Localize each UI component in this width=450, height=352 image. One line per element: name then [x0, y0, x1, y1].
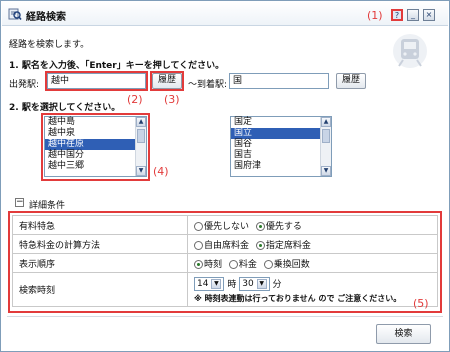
annotation-3: (3) — [164, 93, 180, 106]
display-order-options: 時刻 料金 乗換回数 — [187, 253, 438, 273]
radio-label: 時刻 — [204, 259, 223, 270]
hour-select[interactable]: 14 ▼ — [194, 277, 225, 292]
search-button[interactable]: 検索 — [376, 324, 431, 344]
hour-value: 14 — [197, 279, 209, 290]
annotation-1: (1) — [367, 9, 383, 22]
close-button[interactable]: × — [423, 9, 435, 21]
from-station-label: 出発駅: — [9, 80, 40, 90]
minimize-button[interactable]: _ — [407, 9, 419, 21]
to-history-button[interactable]: 履歴 — [336, 73, 366, 89]
display-order-label: 表示順序 — [12, 253, 188, 273]
route-search-window: 経路検索 (1) ? _ × 経路を検索します。 1. 駅名を入力後、「Ente… — [0, 0, 450, 352]
scroll-thumb[interactable] — [322, 129, 330, 143]
details-toggle[interactable]: − — [15, 198, 24, 207]
to-station-input[interactable]: 国 — [229, 73, 329, 89]
scroll-down-icon[interactable]: ▼ — [321, 166, 331, 176]
annotation-5: (5) — [413, 297, 429, 310]
list-item[interactable]: 国吉 — [231, 150, 331, 161]
scroll-down-icon[interactable]: ▼ — [136, 166, 146, 176]
help-button[interactable]: ? — [391, 9, 403, 21]
radio-no-priority[interactable] — [194, 221, 203, 231]
train-icon — [393, 34, 427, 68]
to-list-scrollbar[interactable]: ▲ ▼ — [320, 117, 331, 176]
minute-unit: 分 — [272, 279, 282, 290]
radio-priority[interactable] — [255, 221, 265, 231]
chevron-down-icon[interactable]: ▼ — [211, 278, 222, 289]
list-item[interactable]: 国立 — [231, 128, 331, 139]
table-row: 表示順序 時刻 料金 乗換回数 — [12, 253, 438, 273]
annotation-4: (4) — [153, 165, 169, 178]
from-station-input[interactable]: 越中 — [47, 73, 146, 89]
minute-select[interactable]: 30 ▼ — [239, 277, 270, 292]
window-title: 経路検索 — [26, 12, 66, 23]
details-label[interactable]: 詳細条件 — [29, 198, 65, 211]
route-search-icon — [8, 8, 22, 20]
list-item[interactable]: 国定 — [231, 117, 331, 128]
search-time-controls: 14 ▼ 時 30 ▼ 分 ※ 時刻表連動は行っておりません ので ご注意ください。 — [187, 272, 438, 307]
from-list-scrollbar[interactable]: ▲ ▼ — [135, 117, 146, 176]
fare-method-label: 特急料金の計算方法 — [12, 234, 188, 254]
hour-unit: 時 — [227, 279, 237, 290]
radio-label: 自由席料金 — [204, 240, 250, 251]
divider — [7, 316, 443, 317]
radio-order-time[interactable] — [194, 259, 203, 269]
table-row: 検索時刻 14 ▼ 時 30 ▼ 分 ※ 時刻表連動は行っておりません ので ご注意… — [12, 272, 438, 307]
radio-unreserved-fare[interactable] — [194, 240, 203, 250]
list-item[interactable]: 越中泉 — [45, 128, 146, 139]
search-time-label: 検索時刻 — [12, 272, 188, 307]
scroll-up-icon[interactable]: ▲ — [321, 117, 331, 127]
radio-label: 優先しない — [204, 221, 250, 232]
timetable-note: ※ 時刻表連動は行っておりません ので ご注意ください。 — [194, 294, 402, 304]
radio-label: 優先する — [265, 221, 302, 232]
from-history-button[interactable]: 履歴 — [152, 73, 182, 89]
radio-label: 指定席料金 — [265, 240, 311, 251]
table-row: 特急料金の計算方法 自由席料金 指定席料金 — [12, 234, 438, 254]
radio-order-transfers[interactable] — [263, 259, 273, 269]
list-item[interactable]: 越中島 — [45, 117, 146, 128]
paid-priority-options: 優先しない 優先する — [187, 215, 438, 235]
radio-label: 乗換回数 — [273, 259, 310, 270]
from-station-list[interactable]: 越中島 越中泉 越中荏原 越中国分 越中三郷 ▲ ▼ — [44, 116, 147, 177]
chevron-down-icon[interactable]: ▼ — [256, 278, 267, 289]
intro-text: 経路を検索します。 — [9, 40, 90, 50]
scroll-thumb[interactable] — [137, 129, 145, 143]
fare-method-options: 自由席料金 指定席料金 — [187, 234, 438, 254]
radio-label: 料金 — [238, 259, 257, 270]
table-row: 有料特急 優先しない 優先する — [12, 215, 438, 235]
list-item[interactable]: 越中国分 — [45, 150, 146, 161]
scroll-up-icon[interactable]: ▲ — [136, 117, 146, 127]
list-item[interactable]: 越中荏原 — [45, 139, 146, 150]
detail-conditions-table: 有料特急 優先しない 優先する 特急料金の計算方法 自由席料金 指定席料金 表示… — [12, 215, 438, 307]
list-item[interactable]: 越中三郷 — [45, 161, 146, 172]
list-item[interactable]: 国谷 — [231, 139, 331, 150]
paid-priority-label: 有料特急 — [12, 215, 188, 235]
radio-reserved-fare[interactable] — [255, 240, 265, 250]
radio-order-fare[interactable] — [228, 259, 238, 269]
step1-heading: 1. 駅名を入力後、「Enter」キーを押してください。 — [9, 61, 225, 71]
annotation-2: (2) — [127, 93, 143, 106]
list-item[interactable]: 国府津 — [231, 161, 331, 172]
step2-heading: 2. 駅を選択してください。 — [9, 103, 121, 113]
minute-value: 30 — [242, 279, 254, 290]
to-station-list[interactable]: 国定 国立 国谷 国吉 国府津 ▲ ▼ — [230, 116, 332, 177]
to-station-label: 〜到着駅: — [188, 80, 228, 90]
